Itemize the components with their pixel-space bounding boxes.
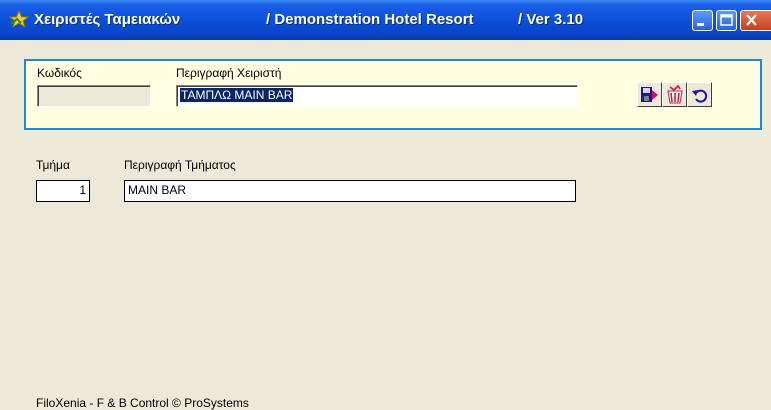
close-button[interactable]: [740, 10, 771, 31]
code-field[interactable]: [37, 85, 151, 107]
hotel-name: / Demonstration Hotel Resort: [266, 11, 474, 28]
undo-button[interactable]: [687, 82, 712, 107]
app-icon: [8, 10, 30, 28]
code-label: Κωδικός: [37, 66, 82, 80]
operator-description-value: ΤΑΜΠΛΩ MAIN BAR: [180, 88, 294, 102]
window-title: Χειριστές Ταμειακών: [34, 11, 181, 28]
department-label: Τμήμα: [36, 158, 70, 172]
close-icon: [746, 14, 757, 26]
title-bar[interactable]: Χειριστές Ταμειακών / Demonstration Hote…: [0, 0, 771, 40]
trash-icon: [667, 85, 683, 104]
department-description-label: Περιγραφή Τμήματος: [124, 158, 236, 172]
maximize-icon: [720, 14, 733, 26]
minimize-button[interactable]: [692, 10, 713, 31]
footer-copyright: FiloXenia - F & B Control © ProSystems: [36, 396, 249, 410]
minimize-icon: [697, 23, 704, 26]
maximize-button[interactable]: [716, 10, 737, 31]
version-label: / Ver 3.10: [518, 11, 584, 28]
operator-description-field[interactable]: ΤΑΜΠΛΩ MAIN BAR: [176, 85, 578, 107]
department-description-field[interactable]: MAIN BAR: [124, 180, 576, 202]
save-button[interactable]: [637, 82, 662, 107]
undo-icon: [692, 89, 708, 103]
description-label: Περιγραφή Χειριστή: [176, 66, 282, 80]
operator-header-panel: Κωδικός Περιγραφή Χειριστή ΤΑΜΠΛΩ MAIN B…: [24, 59, 762, 130]
save-exit-icon: [641, 87, 658, 102]
department-field[interactable]: 1: [36, 180, 90, 202]
delete-button[interactable]: [662, 82, 687, 107]
